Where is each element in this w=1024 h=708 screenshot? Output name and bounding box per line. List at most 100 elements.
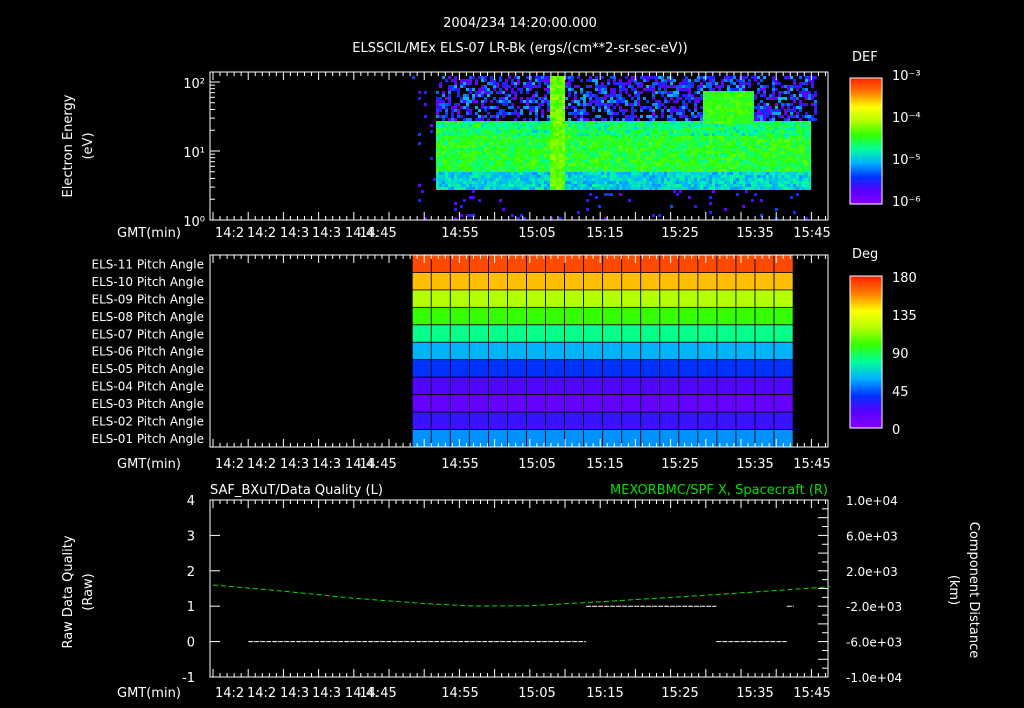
spectrogram-pixel bbox=[730, 100, 733, 103]
spectrogram-pixel bbox=[670, 184, 673, 187]
spectrogram-pixel bbox=[796, 187, 799, 190]
spectrogram-pixel bbox=[787, 139, 790, 142]
spectrogram-pixel bbox=[583, 172, 586, 175]
spectrogram-pixel bbox=[646, 139, 649, 142]
spectrogram-pixel bbox=[709, 157, 712, 160]
spectrogram-pixel bbox=[766, 115, 769, 118]
spectrogram-pixel bbox=[727, 148, 730, 151]
spectrogram-pixel bbox=[748, 112, 751, 115]
spectrogram-pixel bbox=[460, 214, 463, 217]
spectrogram-pixel bbox=[718, 169, 721, 172]
spectrogram-pixel bbox=[475, 79, 478, 82]
spectrogram-pixel bbox=[724, 103, 727, 106]
spectrogram-pixel bbox=[526, 160, 529, 163]
spectrogram-pixel bbox=[649, 142, 652, 145]
spectrogram-pixel bbox=[538, 76, 541, 79]
spectrogram-pixel bbox=[688, 133, 691, 136]
spectrogram-pixel bbox=[502, 166, 505, 169]
pitch-angle-cell bbox=[716, 306, 737, 326]
spectrogram-pixel bbox=[802, 115, 805, 118]
spectrogram-pixel bbox=[661, 130, 664, 133]
spectrogram-pixel bbox=[511, 103, 514, 106]
spectrogram-pixel bbox=[697, 121, 700, 124]
spectrogram-pixel bbox=[511, 214, 514, 217]
spectrogram-pixel bbox=[466, 139, 469, 142]
spectrogram-pixel bbox=[721, 172, 724, 175]
spectrogram-pixel bbox=[772, 136, 775, 139]
spectrogram-pixel bbox=[589, 94, 592, 97]
spectrogram-pixel bbox=[454, 82, 457, 85]
spectrogram-pixel bbox=[487, 82, 490, 85]
spectrogram-pixel bbox=[634, 148, 637, 151]
spectrogram-pixel bbox=[661, 184, 664, 187]
spectrogram-pixel bbox=[424, 103, 427, 106]
spectrogram-pixel bbox=[703, 109, 706, 112]
spectrogram-pixel bbox=[460, 100, 463, 103]
spectrogram-pixel bbox=[751, 76, 754, 79]
spectrogram-pixel bbox=[604, 184, 607, 187]
spectrogram-pixel bbox=[487, 166, 490, 169]
spectrogram-pixel bbox=[529, 130, 532, 133]
spectrogram-pixel bbox=[502, 100, 505, 103]
spectrogram-pixel bbox=[448, 121, 451, 124]
spectrogram-pixel bbox=[505, 187, 508, 190]
spectrogram-pixel bbox=[685, 169, 688, 172]
pitch-angle-cell bbox=[564, 359, 585, 378]
spectrogram-pixel bbox=[568, 118, 571, 121]
spectrogram-pixel bbox=[682, 181, 685, 184]
spectrogram-pixel bbox=[793, 106, 796, 109]
spectrogram-pixel bbox=[757, 130, 760, 133]
spectrogram-pixel bbox=[466, 130, 469, 133]
spectrogram-pixel bbox=[658, 142, 661, 145]
spectrogram-pixel bbox=[697, 166, 700, 169]
spectrogram-pixel bbox=[505, 94, 508, 97]
spectrogram-pixel bbox=[652, 97, 655, 100]
spectrogram-pixel bbox=[676, 151, 679, 154]
spectrogram-pixel bbox=[655, 136, 658, 139]
spectrogram-pixel bbox=[676, 160, 679, 163]
spectrogram-pixel bbox=[649, 187, 652, 190]
spectrogram-pixel bbox=[553, 175, 556, 178]
spectrogram-pixel bbox=[736, 148, 739, 151]
spectrogram-pixel bbox=[646, 142, 649, 145]
spectrogram-pixel bbox=[694, 106, 697, 109]
spectrogram-pixel bbox=[442, 172, 445, 175]
spectrogram-pixel bbox=[457, 109, 460, 112]
spectrogram-pixel bbox=[535, 157, 538, 160]
spectrogram-pixel bbox=[490, 151, 493, 154]
spectrogram-pixel bbox=[607, 127, 610, 130]
spectrogram-pixel bbox=[742, 100, 745, 103]
spectrogram-pixel bbox=[811, 85, 814, 88]
spectrogram-pixel bbox=[727, 97, 730, 100]
spectrogram-pixel bbox=[733, 163, 736, 166]
spectrogram-pixel bbox=[592, 136, 595, 139]
spectrogram-pixel bbox=[544, 130, 547, 133]
spectrogram-pixel bbox=[637, 121, 640, 124]
spectrogram-pixel bbox=[538, 166, 541, 169]
spectrogram-pixel bbox=[502, 127, 505, 130]
spectrogram-pixel bbox=[790, 148, 793, 151]
spectrogram-pixel bbox=[469, 136, 472, 139]
spectrogram-pixel bbox=[799, 172, 802, 175]
spectrogram-pixel bbox=[610, 163, 613, 166]
spectrogram-pixel bbox=[607, 175, 610, 178]
spectrogram-pixel bbox=[736, 106, 739, 109]
spectrogram-pixel bbox=[628, 184, 631, 187]
spectrogram-pixel bbox=[556, 145, 559, 148]
spectrogram-pixel bbox=[505, 97, 508, 100]
spectrogram-pixel bbox=[505, 160, 508, 163]
spectrogram-pixel bbox=[709, 151, 712, 154]
spectrogram-pixel bbox=[814, 106, 817, 109]
spectrogram-pixel bbox=[652, 139, 655, 142]
spectrogram-pixel bbox=[754, 160, 757, 163]
spectrogram-pixel bbox=[661, 112, 664, 115]
spectrogram-pixel bbox=[718, 124, 721, 127]
spectrogram-pixel bbox=[487, 133, 490, 136]
pitch-angle-cell bbox=[640, 411, 661, 430]
spectrogram-pixel bbox=[520, 142, 523, 145]
spectrogram-pixel bbox=[568, 103, 571, 106]
spectrogram-pixel bbox=[559, 136, 562, 139]
spectrogram-pixel bbox=[475, 181, 478, 184]
spectrogram-pixel bbox=[580, 97, 583, 100]
pitch-angle-cell bbox=[602, 289, 623, 308]
